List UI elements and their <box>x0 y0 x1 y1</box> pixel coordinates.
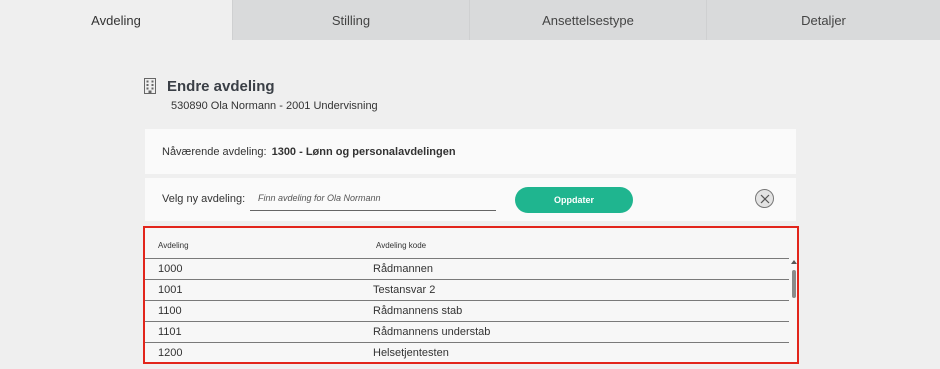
cell-avdeling-kode: Testansvar 2 <box>373 284 436 296</box>
column-header-avdeling[interactable]: Avdeling <box>158 241 189 250</box>
cell-avdeling-kode: Rådmannen <box>373 263 433 275</box>
cell-avdeling: 1100 <box>158 305 182 317</box>
cell-avdeling: 1001 <box>158 284 183 296</box>
scrollbar-thumb[interactable] <box>792 270 796 298</box>
new-department-panel: Velg ny avdeling: Oppdater <box>145 178 796 221</box>
cell-avdeling: 1000 <box>158 263 183 275</box>
page-subtitle: 530890 Ola Normann - 2001 Undervisning <box>171 100 378 112</box>
new-department-label: Velg ny avdeling: <box>162 193 246 205</box>
table-row[interactable]: 1200 Helsetjentesten <box>145 342 789 362</box>
table-row[interactable]: 1101 Rådmannens understab <box>145 321 789 342</box>
tab-stilling[interactable]: Stilling <box>233 0 470 40</box>
department-search-input[interactable] <box>250 186 496 211</box>
cell-avdeling-kode: Helsetjentesten <box>373 347 449 359</box>
cell-avdeling: 1200 <box>158 347 183 359</box>
table-row[interactable]: 1100 Rådmannens stab <box>145 300 789 321</box>
cell-avdeling-kode: Rådmannens understab <box>373 326 491 338</box>
current-department-label: Nåværende avdeling: <box>162 145 267 158</box>
table-header: Avdeling Avdeling kode <box>145 228 789 258</box>
page-title: Endre avdeling <box>167 78 275 95</box>
column-header-avdeling-kode[interactable]: Avdeling kode <box>376 241 426 250</box>
building-icon <box>144 78 156 94</box>
update-button[interactable]: Oppdater <box>515 187 633 213</box>
current-department-panel: Nåværende avdeling: 1300 - Lønn og perso… <box>145 129 796 174</box>
cell-avdeling: 1101 <box>158 326 182 338</box>
current-department-value: 1300 - Lønn og personalavdelingen <box>271 145 456 158</box>
close-icon[interactable] <box>755 189 774 208</box>
cell-avdeling-kode: Rådmannens stab <box>373 305 463 317</box>
table-scrollbar[interactable] <box>789 258 797 362</box>
department-table: Avdeling Avdeling kode 1000 Rådmannen 10… <box>143 226 799 364</box>
table-row[interactable]: 1001 Testansvar 2 <box>145 279 789 300</box>
scroll-up-arrow-icon[interactable] <box>791 260 797 264</box>
tab-avdeling[interactable]: Avdeling <box>0 0 233 40</box>
table-row[interactable]: 1000 Rådmannen <box>145 258 789 279</box>
tab-detaljer[interactable]: Detaljer <box>707 0 940 40</box>
tab-ansettelsestype[interactable]: Ansettelsestype <box>470 0 707 40</box>
table-body: 1000 Rådmannen 1001 Testansvar 2 1100 Rå… <box>145 258 789 362</box>
tab-bar: Avdeling Stilling Ansettelsestype Detalj… <box>0 0 940 40</box>
